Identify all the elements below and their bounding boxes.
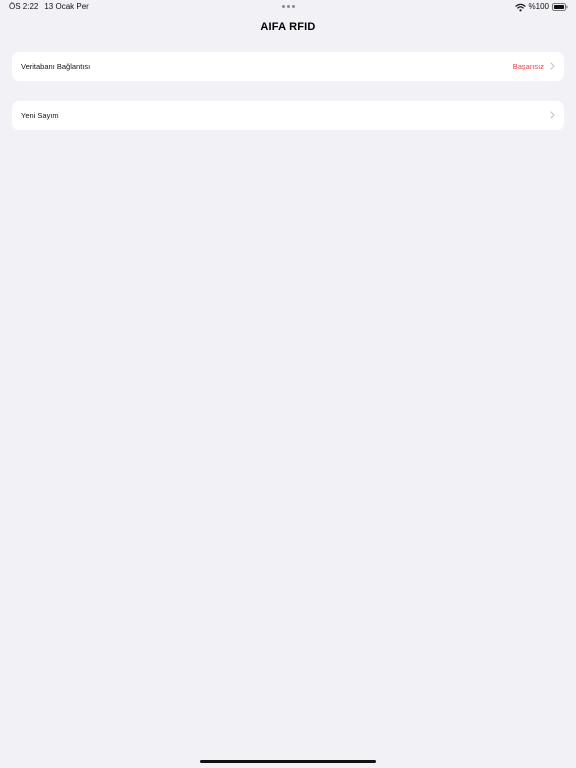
three-dots-icon[interactable] [282,5,295,9]
new-count-label: Yeni Sayım [21,111,59,120]
wifi-icon [514,3,526,11]
status-indicators: %100 [514,0,568,14]
database-connection-cell[interactable]: Veritabanı Bağlantısı Başarısız [12,52,564,81]
chevron-right-icon [550,62,555,70]
home-indicator[interactable] [200,760,376,763]
status-time: ÖS 2:22 [9,2,39,11]
chevron-right-icon [550,111,555,119]
app-screen: ÖS 2:22 13 Ocak Per %100 AIFA RFID Verita… [0,0,576,768]
status-date: 13 Ocak Per [44,2,89,11]
battery-percentage: %100 [528,2,549,11]
status-bar: ÖS 2:22 13 Ocak Per %100 [0,0,576,14]
new-count-cell[interactable]: Yeni Sayım [12,101,564,130]
status-time-date: ÖS 2:22 13 Ocak Per [9,0,89,14]
page-title: AIFA RFID [260,21,316,33]
database-connection-label: Veritabanı Bağlantısı [21,62,91,71]
battery-icon [552,3,568,11]
connection-status-value: Başarısız [512,62,544,71]
